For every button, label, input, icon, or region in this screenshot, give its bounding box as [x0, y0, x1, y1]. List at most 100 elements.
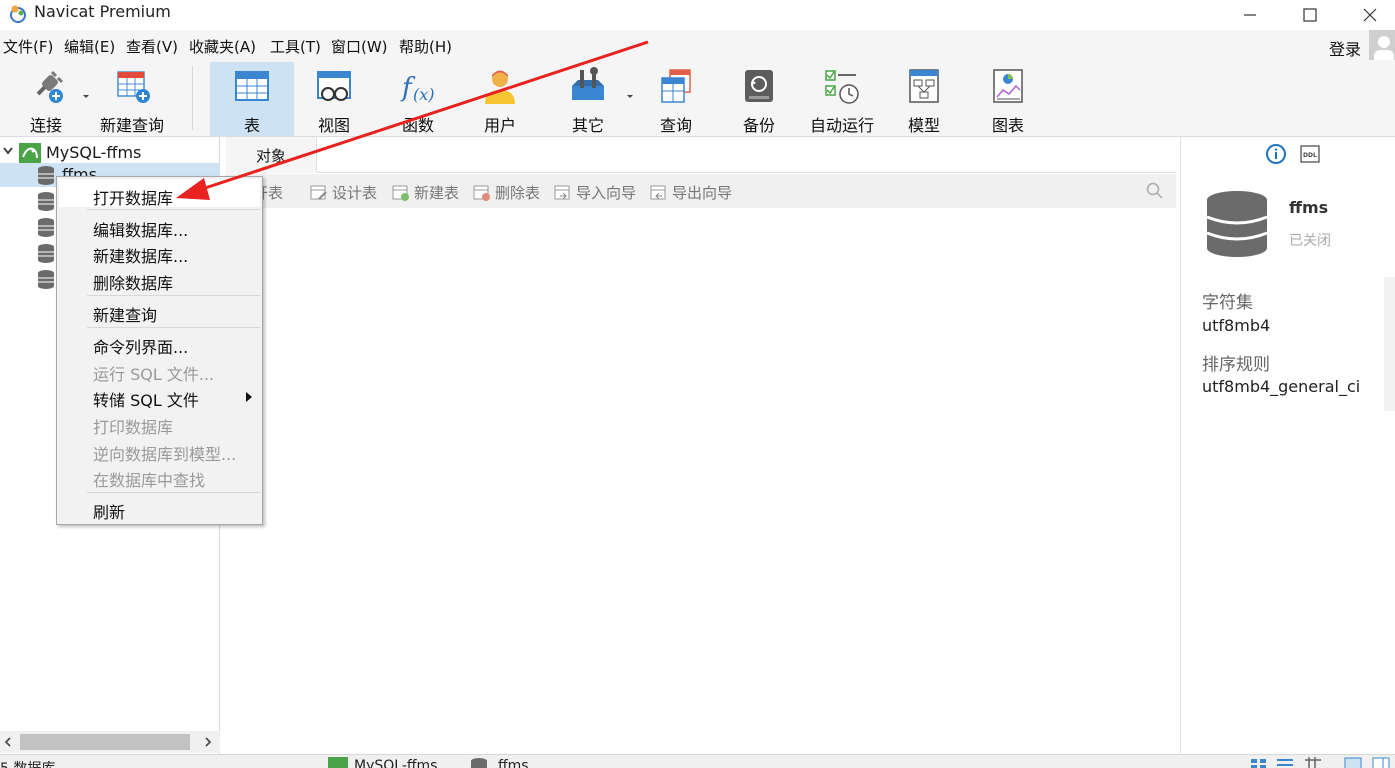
info-pane: DDL ffms 已关闭 字符集 utf8mb4 排序规则 utf8mb4_ge…: [1180, 137, 1395, 754]
function-icon: f (x): [400, 73, 435, 104]
tree-horizontal-scrollbar[interactable]: [0, 731, 220, 753]
search-icon[interactable]: [1146, 182, 1164, 200]
login-link[interactable]: 登录: [1329, 36, 1361, 60]
export-wizard-button[interactable]: 导出向导: [650, 182, 732, 203]
menu-window[interactable]: 窗口(W): [331, 36, 388, 57]
other-dropdown-icon[interactable]: [626, 94, 634, 100]
export-icon: [650, 185, 666, 199]
chevron-down-icon[interactable]: [3, 147, 13, 155]
design-table-icon: [310, 185, 327, 200]
menu-item-edit-database[interactable]: 编辑数据库...: [93, 217, 188, 241]
menu-favorites[interactable]: 收藏夹(A): [189, 36, 256, 57]
menu-item-console[interactable]: 命令列界面...: [93, 334, 188, 358]
menu-tools[interactable]: 工具(T): [270, 36, 321, 57]
import-wizard-button[interactable]: 导入向导: [554, 182, 636, 203]
model-button[interactable]: 模型: [892, 62, 956, 136]
new-table-button[interactable]: 新建表: [392, 182, 459, 203]
connect-label: 连接: [29, 116, 62, 135]
menu-item-reverse-to-model[interactable]: 逆向数据库到模型...: [93, 441, 236, 465]
chart-icon: [993, 69, 1023, 103]
menu-item-print-database[interactable]: 打印数据库: [93, 414, 173, 438]
object-pane: 对象 打开表 设计表 新建表 删除表 导入向导 导出向导: [226, 137, 1176, 754]
view-button[interactable]: 视图: [302, 62, 366, 136]
charset-value: utf8mb4: [1202, 316, 1271, 335]
charset-label: 字符集: [1202, 293, 1253, 313]
other-button[interactable]: 其它: [556, 62, 620, 136]
info-scrollbar[interactable]: [1384, 277, 1395, 411]
menu-edit[interactable]: 编辑(E): [64, 36, 115, 57]
menu-item-dump-sql-file[interactable]: 转储 SQL 文件: [93, 387, 199, 411]
menu-item-new-query[interactable]: 新建查询: [93, 302, 157, 326]
menu-file[interactable]: 文件(F): [3, 36, 53, 57]
avatar[interactable]: [1369, 30, 1395, 62]
maximize-button[interactable]: [1280, 0, 1340, 30]
info-db-name: ffms: [1289, 198, 1329, 217]
delete-table-label: 删除表: [495, 184, 541, 202]
query-icon: [661, 69, 691, 103]
menu-view[interactable]: 查看(V): [126, 36, 178, 57]
chevron-right-icon[interactable]: [204, 737, 212, 747]
tree-connection-node[interactable]: MySQL-ffms: [0, 141, 220, 163]
panel-layout-right-icon[interactable]: [1372, 757, 1390, 768]
function-label: 函数: [401, 116, 434, 135]
design-table-button[interactable]: 设计表: [310, 182, 377, 203]
menu-separator: [87, 209, 260, 210]
menu-item-open-database[interactable]: 打开数据库: [93, 185, 173, 209]
minimize-button[interactable]: [1220, 0, 1280, 30]
user-button[interactable]: 用户: [468, 62, 532, 136]
detail-view-icon[interactable]: [1304, 757, 1322, 768]
new-query-button[interactable]: 新建查询: [94, 62, 170, 136]
connect-button[interactable]: 连接: [14, 62, 78, 136]
svg-text:DDL: DDL: [1303, 152, 1317, 159]
info-db-status: 已关闭: [1289, 233, 1331, 249]
chart-button[interactable]: 图表: [976, 62, 1040, 136]
automation-button[interactable]: 自动运行: [804, 62, 880, 136]
view-label: 视图: [317, 116, 350, 135]
scrollbar-thumb[interactable]: [20, 734, 190, 750]
object-tab-bar: 对象: [226, 137, 1176, 173]
delete-table-button[interactable]: 删除表: [473, 182, 540, 203]
database-icon: [38, 218, 54, 237]
export-wizard-label: 导出向导: [672, 184, 733, 202]
backup-label: 备份: [742, 116, 775, 135]
backup-button[interactable]: 备份: [727, 62, 791, 136]
close-button[interactable]: [1340, 0, 1395, 30]
backup-icon: [745, 70, 773, 102]
mysql-connection-icon: [19, 143, 41, 163]
menu-item-delete-database[interactable]: 删除数据库: [93, 270, 173, 294]
menu-item-find-in-database[interactable]: 在数据库中查找: [93, 467, 205, 491]
ddl-icon[interactable]: DDL: [1300, 145, 1320, 163]
design-table-label: 设计表: [332, 184, 378, 202]
menu-item-new-database[interactable]: 新建数据库...: [93, 243, 188, 267]
tab-objects-label: 对象: [255, 146, 286, 165]
grid-view-icon[interactable]: [1250, 757, 1268, 768]
tab-objects[interactable]: 对象: [226, 137, 316, 173]
chevron-left-icon[interactable]: [4, 737, 12, 747]
menu-separator: [87, 492, 260, 493]
menu-item-refresh[interactable]: 刷新: [93, 499, 125, 523]
import-wizard-label: 导入向导: [576, 184, 637, 202]
chart-label: 图表: [991, 116, 1024, 135]
model-icon: [909, 69, 939, 103]
database-icon: [38, 166, 54, 185]
list-view-icon[interactable]: [1276, 757, 1294, 768]
menu-bar: 文件(F) 编辑(E) 查看(V) 收藏夹(A) 工具(T) 窗口(W) 帮助(…: [0, 30, 1395, 60]
table-label: 表: [243, 116, 260, 135]
panel-layout-icon[interactable]: [1344, 757, 1362, 768]
menu-item-run-sql-file[interactable]: 运行 SQL 文件...: [93, 361, 214, 385]
menu-separator: [87, 295, 260, 296]
table-icon: [235, 71, 269, 101]
connect-dropdown-icon[interactable]: [82, 94, 90, 100]
database-icon: [38, 244, 54, 263]
user-label: 用户: [483, 116, 516, 135]
query-button[interactable]: 查询: [644, 62, 708, 136]
toolbar-divider: [192, 66, 193, 130]
database-icon: [38, 192, 54, 211]
table-button[interactable]: 表: [210, 62, 294, 136]
new-query-icon: [117, 71, 150, 103]
info-icon[interactable]: [1266, 144, 1286, 164]
user-icon: [485, 70, 515, 104]
maximize-icon: [1303, 8, 1317, 22]
function-button[interactable]: f (x) 函数: [386, 62, 450, 136]
menu-help[interactable]: 帮助(H): [399, 36, 452, 57]
